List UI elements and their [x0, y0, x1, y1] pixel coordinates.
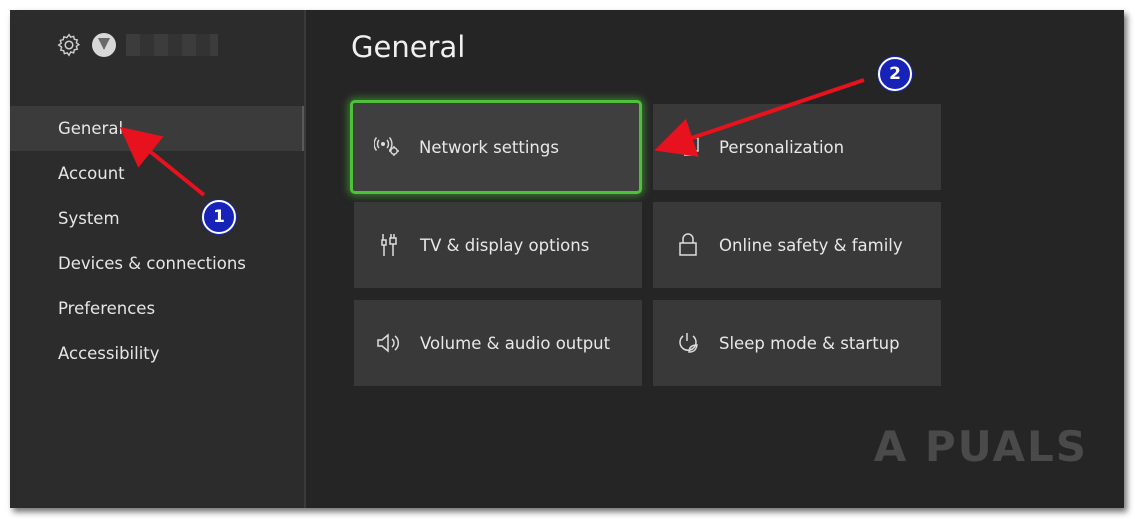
step-badge-2: 2 — [878, 57, 912, 91]
annotation-layer — [119, 78, 865, 197]
arrow-to-general — [119, 126, 206, 197]
step-badge-1: 1 — [202, 200, 236, 234]
arrow-to-network-settings — [654, 78, 865, 157]
